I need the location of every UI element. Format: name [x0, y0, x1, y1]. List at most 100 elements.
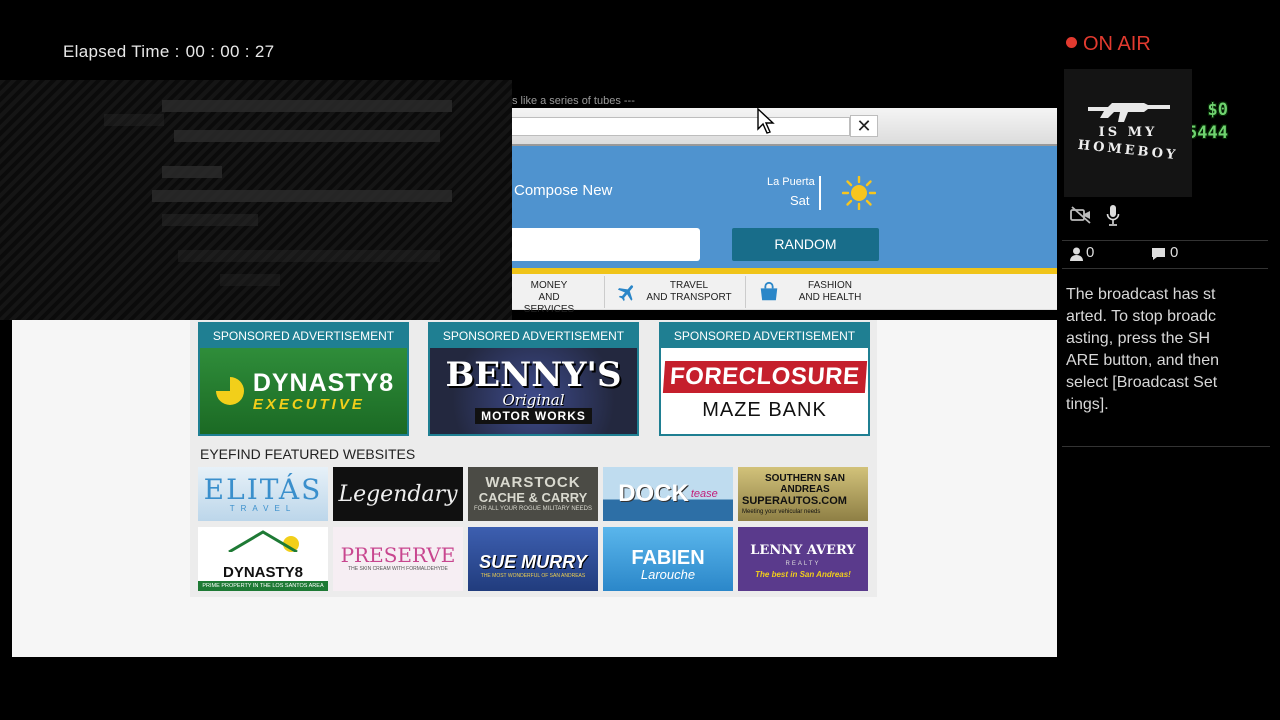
site-sue-murry[interactable]: SUE MURRY THE MOST WONDERFUL OF SAN ANDR…	[468, 527, 598, 591]
blurred-text	[162, 100, 452, 112]
divider	[1062, 446, 1270, 447]
broadcast-message: The broadcast has started. To stop broad…	[1066, 286, 1219, 413]
category-divider	[604, 276, 605, 308]
site-line2: REALTY	[785, 561, 821, 567]
blurred-text	[104, 114, 164, 126]
ad-line2: MAZE BANK	[702, 398, 827, 421]
site-line1: LENNY AVERY	[750, 543, 856, 558]
viewer-icon	[1070, 247, 1083, 261]
site-line1: DYNASTY8	[222, 564, 304, 581]
ad-bennys[interactable]: SPONSORED ADVERTISEMENT BENNY'S Original…	[428, 322, 639, 436]
search-input[interactable]	[512, 228, 700, 261]
camera-off-icon[interactable]	[1070, 206, 1092, 224]
site-line2: CACHE & CARRY	[478, 490, 588, 505]
elapsed-time: Elapsed Time : 00 : 00 : 27	[63, 42, 274, 62]
ad-title: SPONSORED ADVERTISEMENT	[212, 329, 395, 343]
address-bar[interactable]	[512, 117, 850, 136]
ad-line3: MOTOR WORKS	[475, 408, 592, 424]
site-line1: PRESERVE	[340, 543, 456, 567]
site-line2: Larouche	[640, 567, 696, 582]
shopping-bag-icon	[760, 281, 778, 301]
category-fashion-line1: FASHION	[808, 280, 852, 291]
divider	[1062, 240, 1268, 241]
ad-line2: EXECUTIVE	[252, 395, 365, 413]
blurred-text	[174, 130, 440, 142]
ad-dynasty8-executive[interactable]: SPONSORED ADVERTISEMENT DYNASTY8 EXECUTI…	[198, 322, 409, 436]
category-money[interactable]: MONEY AND SERVICES	[512, 280, 586, 316]
site-line2: PRIME PROPERTY IN THE LOS SANTOS AREA	[198, 581, 328, 591]
avatar: IS MY HOMEBOY	[1064, 69, 1192, 197]
site-dynasty8[interactable]: DYNASTY8 PRIME PROPERTY IN THE LOS SANTO…	[198, 527, 328, 591]
site-line2: SUPERAUTOS.COM	[742, 494, 847, 507]
site-line1: DOCK	[618, 480, 689, 507]
category-travel[interactable]: TRAVEL AND TRANSPORT	[642, 280, 736, 304]
category-travel-line2: AND TRANSPORT	[646, 292, 732, 303]
rifle-icon	[1088, 103, 1170, 122]
blurred-text	[162, 214, 258, 226]
ad-line1: FORECLOSURE	[662, 360, 867, 393]
cash-display: $0	[1207, 100, 1228, 120]
microphone-icon[interactable]	[1106, 204, 1120, 226]
ad-image: DYNASTY8 EXECUTIVE	[200, 348, 407, 434]
site-elitas-travel[interactable]: ELITÁS TRAVEL	[198, 467, 328, 521]
site-warstock[interactable]: WARSTOCK CACHE & CARRY FOR ALL YOUR ROGU…	[468, 467, 598, 521]
ad-foreclosure[interactable]: SPONSORED ADVERTISEMENT FORECLOSURE MAZE…	[659, 322, 870, 436]
ad-line2: Original	[502, 391, 565, 409]
weather-day: Sat	[790, 193, 810, 208]
site-line1: SOUTHERN SAN ANDREAS	[764, 472, 845, 495]
airplane-icon	[617, 285, 634, 302]
site-docktease[interactable]: DOCK tease	[603, 467, 733, 521]
site-line1: Legendary	[338, 481, 458, 507]
ad-title: SPONSORED ADVERTISEMENT	[673, 329, 856, 343]
category-fashion-line2: AND HEALTH	[798, 292, 862, 303]
site-line1: SUE MURRY	[479, 552, 587, 572]
category-money-line1: MONEY	[530, 280, 568, 291]
site-line3: FOR ALL YOUR ROGUE MILITARY NEEDS	[473, 506, 593, 512]
site-superautos[interactable]: SOUTHERN SAN ANDREAS SUPERAUTOS.COM Meet…	[738, 467, 868, 521]
category-divider	[745, 276, 746, 308]
site-preserve[interactable]: PRESERVE THE SKIN CREAM WITH FORMALDEHYD…	[333, 527, 463, 591]
random-button[interactable]: RANDOM	[732, 228, 879, 261]
site-lenny-avery[interactable]: LENNY AVERY REALTY The best in San Andre…	[738, 527, 868, 591]
close-button[interactable]: ✕	[850, 115, 878, 137]
compose-new-link[interactable]: Compose New	[514, 182, 612, 199]
pixelated-overlay	[0, 80, 512, 320]
site-line1: WARSTOCK	[485, 474, 581, 491]
ad-image: FORECLOSURE MAZE BANK	[661, 348, 868, 434]
weather-divider	[819, 176, 821, 210]
avatar-line2: HOMEBOY	[1077, 137, 1179, 164]
site-line2: THE MOST WONDERFUL OF SAN ANDREAS	[480, 573, 586, 579]
blurred-text	[162, 166, 222, 178]
viewer-count: 0	[1086, 244, 1095, 261]
screen: Elapsed Time : 00 : 00 : 27 s like a seri…	[0, 0, 1280, 720]
site-line3: Meeting your vehicular needs	[742, 508, 821, 515]
comment-icon	[1152, 248, 1165, 260]
eyefind-header: Compose New La Puerta Sat RANDOM	[512, 146, 1057, 268]
dynasty8-logo-icon	[215, 377, 244, 405]
site-line2: tease	[690, 488, 718, 500]
mouse-cursor-icon	[757, 108, 775, 134]
blurred-text	[152, 190, 452, 202]
site-fabien[interactable]: FABIEN Larouche	[603, 527, 733, 591]
category-bar: MONEY AND SERVICES TRAVEL AND TRANSPORT …	[512, 274, 1057, 315]
on-air-label: ON AIR	[1083, 33, 1151, 55]
browser-toolbar: ✕	[512, 108, 1057, 146]
site-line2: THE SKIN CREAM WITH FORMALDEHYDE	[348, 566, 448, 572]
ad-image: BENNY'S Original MOTOR WORKS	[430, 348, 637, 434]
ad-title: SPONSORED ADVERTISEMENT	[442, 329, 625, 343]
on-air-indicator: ON AIR	[1066, 33, 1151, 56]
category-fashion[interactable]: FASHION AND HEALTH	[790, 280, 870, 304]
ad-line1: DYNASTY8	[252, 368, 395, 397]
site-line3: The best in San Andreas!	[755, 570, 851, 579]
elapsed-label: Elapsed Time :	[63, 42, 180, 61]
site-line1: FABIEN	[631, 547, 705, 569]
blurred-text	[178, 250, 440, 262]
page-header-text: s like a series of tubes ---	[512, 95, 635, 107]
live-dot-icon	[1066, 37, 1077, 48]
site-legendary[interactable]: Legendary	[333, 467, 463, 521]
featured-websites-title: EYEFIND FEATURED WEBSITES	[200, 446, 416, 462]
divider	[1062, 268, 1268, 269]
site-line2: TRAVEL	[229, 503, 297, 513]
blurred-text	[220, 274, 280, 286]
house-icon	[228, 530, 299, 552]
